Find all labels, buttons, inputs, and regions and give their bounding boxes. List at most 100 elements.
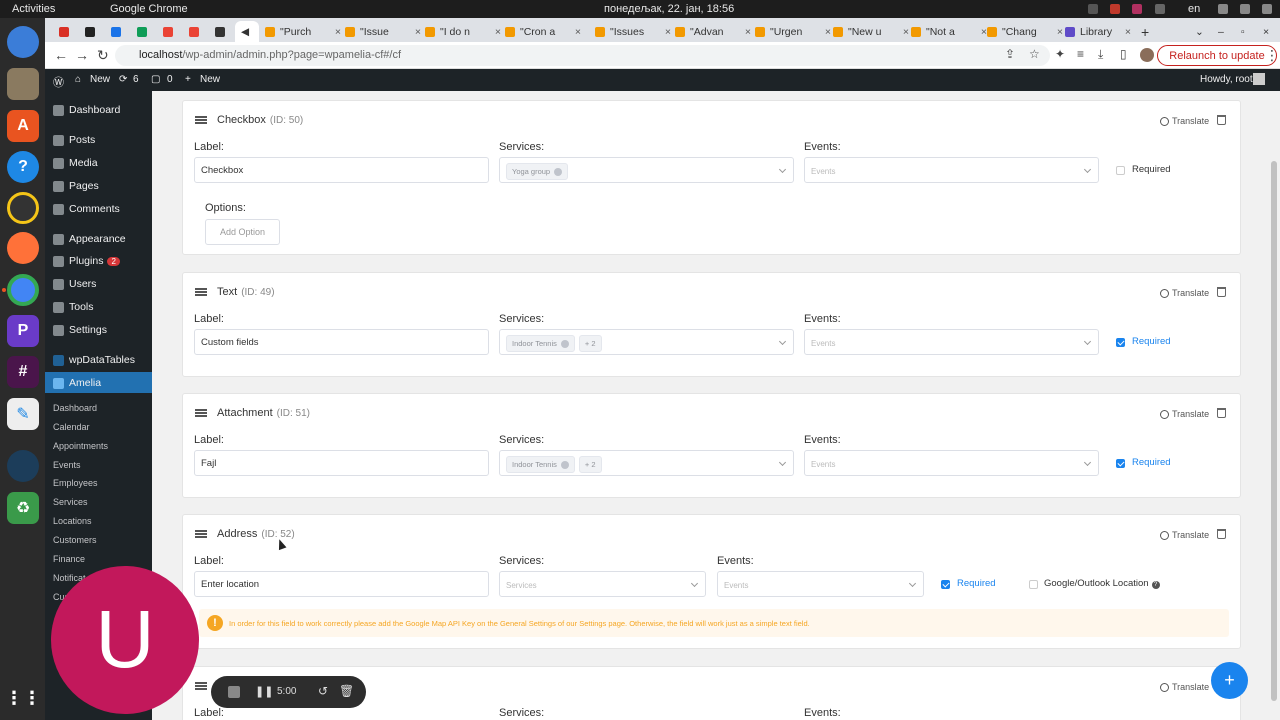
translate-button[interactable]: Translate <box>1160 288 1209 298</box>
menu-pages[interactable]: Pages <box>53 180 99 192</box>
tab[interactable]: "I do n × <box>425 21 505 42</box>
language-indicator[interactable]: en <box>1188 3 1200 15</box>
back-icon[interactable]: ← <box>54 47 68 63</box>
close-icon[interactable]: × <box>741 26 755 38</box>
power-icon[interactable] <box>1262 4 1272 14</box>
submenu-employees[interactable]: Employees <box>53 478 98 488</box>
events-select[interactable]: Events <box>804 450 1099 476</box>
menu-users[interactable]: Users <box>53 278 96 290</box>
events-select[interactable]: Events <box>804 157 1099 183</box>
relaunch-button[interactable]: Relaunch to update <box>1157 45 1277 66</box>
user-avatar[interactable] <box>1253 73 1265 85</box>
translate-button[interactable]: Translate <box>1160 682 1209 692</box>
tray-icon[interactable] <box>1132 4 1142 14</box>
chrome-icon[interactable] <box>7 274 39 306</box>
delete-icon[interactable] <box>1217 529 1226 539</box>
delete-icon[interactable] <box>1217 287 1226 297</box>
activities-button[interactable]: Activities <box>12 3 55 15</box>
tab[interactable]: "Cron a × <box>505 21 585 42</box>
translate-button[interactable]: Translate <box>1160 409 1209 419</box>
tab[interactable]: "Not a × <box>911 21 991 42</box>
tray-icon[interactable] <box>1088 4 1098 14</box>
tab[interactable]: "Issue × <box>345 21 425 42</box>
pinned-tab[interactable] <box>59 21 71 42</box>
scrollbar-thumb[interactable] <box>1271 161 1277 701</box>
app-menu[interactable]: Google Chrome <box>110 3 188 15</box>
tab-active[interactable]: ◀ <box>235 21 259 42</box>
firefox-icon[interactable] <box>7 232 39 264</box>
drag-handle-icon[interactable] <box>195 116 207 124</box>
menu-comments[interactable]: Comments <box>53 203 120 215</box>
submenu-services[interactable]: Services <box>53 497 88 507</box>
drag-handle-icon[interactable] <box>195 409 207 417</box>
submenu-calendar[interactable]: Calendar <box>53 422 90 432</box>
menu-appearance[interactable]: Appearance <box>53 233 126 245</box>
updates-icon[interactable]: ⟳ <box>119 74 127 85</box>
menu-amelia[interactable]: Amelia <box>53 377 101 389</box>
pause-icon[interactable]: ❚❚ <box>255 685 273 698</box>
pinned-tab[interactable] <box>111 21 123 42</box>
minimize-icon[interactable]: – <box>1218 21 1228 42</box>
menu-wpdatatables[interactable]: wpDataTables <box>53 354 135 366</box>
add-option-button[interactable]: Add Option <box>205 219 280 245</box>
wp-logo-icon[interactable]: Ⓦ <box>53 74 64 90</box>
network-icon[interactable] <box>1218 4 1228 14</box>
submenu-dashboard[interactable]: Dashboard <box>53 403 97 413</box>
tab[interactable]: "New u × <box>833 21 913 42</box>
services-select[interactable]: Yoga group <box>499 157 794 183</box>
tab[interactable]: Library × <box>1065 21 1135 42</box>
postman-icon[interactable]: P <box>7 315 39 347</box>
submenu-finance[interactable]: Finance <box>53 554 85 564</box>
label-input[interactable]: Fajl <box>194 450 489 476</box>
menu-posts[interactable]: Posts <box>53 134 95 146</box>
reload-icon[interactable]: ↻ <box>97 47 109 64</box>
close-window-icon[interactable]: × <box>1263 21 1273 42</box>
plus-icon[interactable]: + <box>185 74 191 85</box>
tab[interactable]: "Chang × <box>987 21 1067 42</box>
text-editor-icon[interactable]: ✎ <box>7 398 39 430</box>
services-select[interactable]: Services <box>499 571 706 597</box>
rhythmbox-icon[interactable] <box>7 192 39 224</box>
close-icon[interactable]: × <box>1121 26 1135 38</box>
remove-tag-icon[interactable] <box>554 168 563 177</box>
updates-count[interactable]: 6 <box>133 74 139 85</box>
tab[interactable]: "Purch × <box>265 21 345 42</box>
menu-settings[interactable]: Settings <box>53 324 107 336</box>
stop-icon[interactable] <box>228 686 240 698</box>
services-select[interactable]: Indoor Tennis + 2 <box>499 329 794 355</box>
bookmark-star-icon[interactable]: ☆ <box>1029 47 1040 61</box>
required-checkbox[interactable] <box>1116 166 1125 175</box>
download-icon[interactable]: ⤓ <box>1098 47 1103 62</box>
pinned-tab[interactable] <box>189 21 201 42</box>
menu-media[interactable]: Media <box>53 157 98 169</box>
maximize-icon[interactable]: ▫ <box>1241 21 1251 42</box>
software-icon[interactable]: A <box>7 110 39 142</box>
address-bar[interactable]: localhost/wp-admin/admin.php?page=wpamel… <box>115 45 1050 66</box>
files-icon[interactable] <box>7 68 39 100</box>
submenu-customers[interactable]: Customers <box>53 535 97 545</box>
delete-icon[interactable] <box>1217 115 1226 125</box>
scrollbar[interactable] <box>1268 91 1280 720</box>
howdy-user[interactable]: Howdy, root <box>1200 74 1253 85</box>
slack-icon[interactable]: # <box>7 356 39 388</box>
close-icon[interactable]: × <box>661 26 675 38</box>
label-input[interactable]: Custom fields <box>194 329 489 355</box>
service-tag[interactable]: Indoor Tennis <box>506 456 575 474</box>
translate-button[interactable]: Translate <box>1160 530 1209 540</box>
google-location-checkbox[interactable] <box>1029 580 1038 589</box>
menu-plugins[interactable]: Plugins 2 <box>53 255 120 267</box>
pinned-tab[interactable] <box>85 21 97 42</box>
drag-handle-icon[interactable] <box>195 288 207 296</box>
close-icon[interactable]: × <box>571 26 585 38</box>
events-select[interactable]: Events <box>717 571 924 597</box>
home-icon[interactable]: ⌂ <box>75 74 81 85</box>
tray-icon[interactable] <box>1110 4 1120 14</box>
restart-icon[interactable]: ↺ <box>318 684 328 698</box>
forward-icon[interactable]: → <box>75 47 89 63</box>
discard-icon[interactable]: 🗑 <box>339 684 354 698</box>
site-name[interactable]: New <box>90 74 110 85</box>
new-tab-button[interactable]: + <box>1141 21 1155 42</box>
tab[interactable]: "Issues × <box>595 21 675 42</box>
submenu-appointments[interactable]: Appointments <box>53 441 108 451</box>
required-checkbox[interactable] <box>1116 459 1125 468</box>
